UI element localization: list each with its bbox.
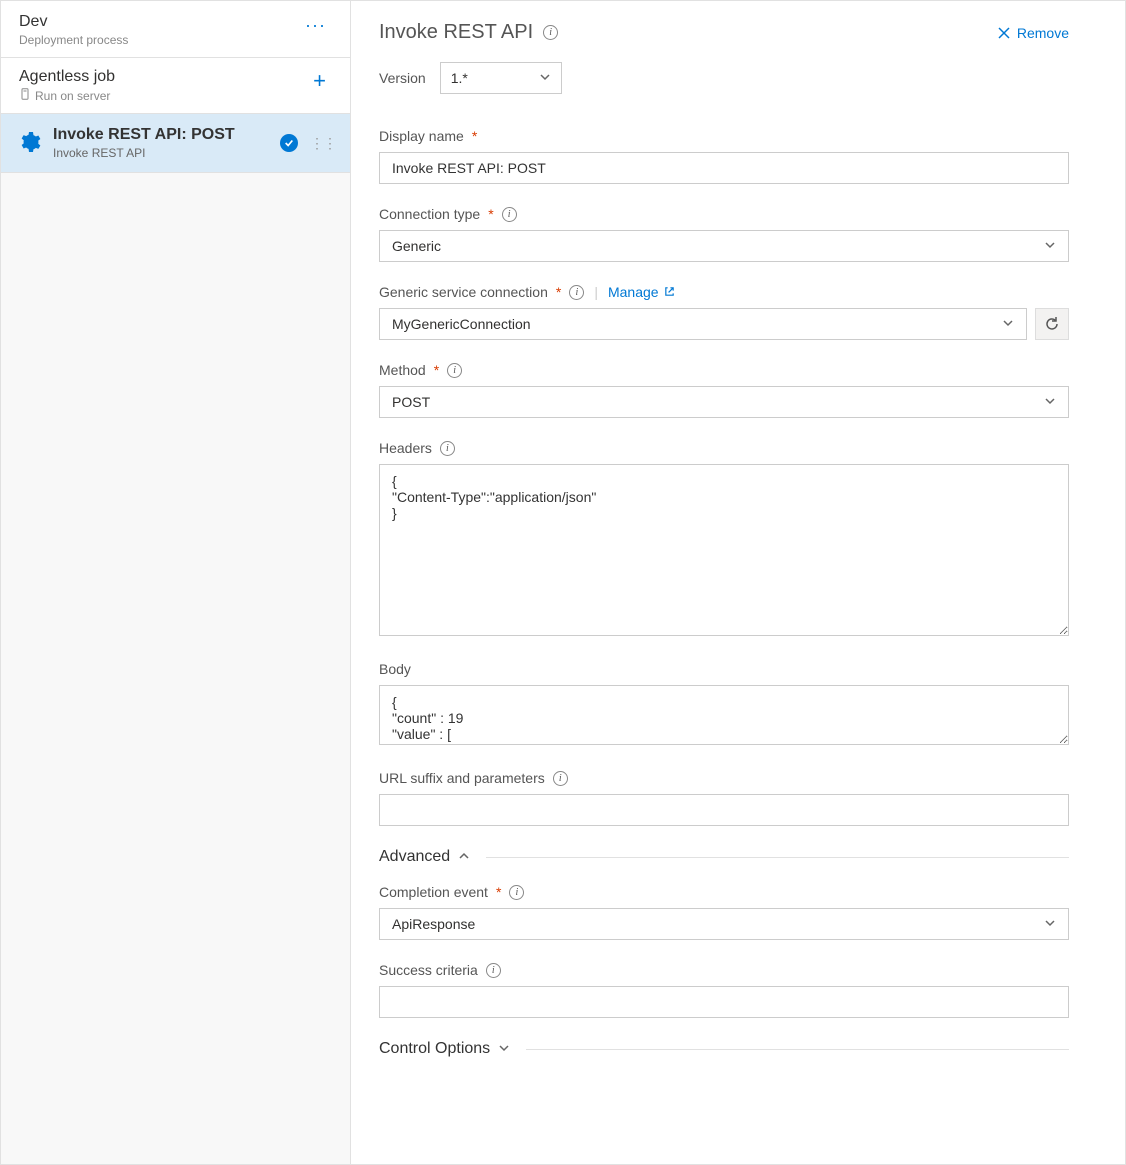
stage-header[interactable]: Dev Deployment process ··· xyxy=(1,1,350,58)
chevron-up-icon xyxy=(458,849,470,865)
body-textarea[interactable] xyxy=(379,685,1069,745)
completion-event-value: ApiResponse xyxy=(392,916,475,932)
version-label: Version xyxy=(379,70,426,86)
sidebar: Dev Deployment process ··· Agentless job… xyxy=(1,1,351,1164)
gear-icon xyxy=(17,130,41,157)
url-suffix-label: URL suffix and parameters i xyxy=(379,770,1069,786)
completion-event-select[interactable]: ApiResponse xyxy=(379,908,1069,940)
info-icon[interactable]: i xyxy=(509,885,524,900)
task-subtitle: Invoke REST API xyxy=(53,146,268,160)
job-subtitle: Run on server xyxy=(19,88,115,103)
connection-type-select[interactable]: Generic xyxy=(379,230,1069,262)
headers-textarea[interactable] xyxy=(379,464,1069,636)
manage-link[interactable]: Manage xyxy=(608,284,675,300)
stage-title: Dev xyxy=(19,13,128,31)
info-icon[interactable]: i xyxy=(543,25,558,40)
required-marker: * xyxy=(496,884,501,900)
chevron-down-icon xyxy=(1002,316,1014,332)
job-text: Agentless job Run on server xyxy=(19,68,115,103)
job-title: Agentless job xyxy=(19,68,115,86)
refresh-icon xyxy=(1044,316,1060,332)
chevron-down-icon xyxy=(1044,238,1056,254)
page-title-text: Invoke REST API xyxy=(379,21,533,44)
section-control-options-title: Control Options xyxy=(379,1040,490,1058)
version-select[interactable]: 1.* xyxy=(440,62,562,94)
field-display-name: Display name * xyxy=(379,128,1069,184)
section-advanced-toggle[interactable]: Advanced xyxy=(379,848,1069,866)
method-select[interactable]: POST xyxy=(379,386,1069,418)
field-service-connection: Generic service connection * i | Manage … xyxy=(379,284,1069,340)
main-panel: Invoke REST API i Remove Version 1.* xyxy=(351,1,1125,1164)
info-icon[interactable]: i xyxy=(502,207,517,222)
stage-subtitle: Deployment process xyxy=(19,33,128,47)
check-badge-icon xyxy=(280,134,298,152)
stage-text: Dev Deployment process xyxy=(19,13,128,47)
chevron-down-icon xyxy=(498,1041,510,1057)
success-criteria-input[interactable] xyxy=(379,986,1069,1018)
separator: | xyxy=(594,284,598,300)
remove-label: Remove xyxy=(1017,25,1069,41)
refresh-button[interactable] xyxy=(1035,308,1069,340)
external-link-icon xyxy=(664,284,675,300)
success-criteria-label: Success criteria i xyxy=(379,962,1069,978)
field-connection-type: Connection type * i Generic xyxy=(379,206,1069,262)
more-button[interactable]: ··· xyxy=(299,13,332,38)
completion-event-label: Completion event * i xyxy=(379,884,1069,900)
field-headers: Headers i xyxy=(379,440,1069,639)
info-icon[interactable]: i xyxy=(553,771,568,786)
field-completion-event: Completion event * i ApiResponse xyxy=(379,884,1069,940)
field-success-criteria: Success criteria i xyxy=(379,962,1069,1018)
drag-handle-icon[interactable]: ⋮⋮ xyxy=(310,135,336,152)
version-row: Version 1.* xyxy=(379,62,1069,94)
info-icon[interactable]: i xyxy=(440,441,455,456)
service-connection-value: MyGenericConnection xyxy=(392,316,531,332)
app-root: Dev Deployment process ··· Agentless job… xyxy=(0,0,1126,1165)
job-row[interactable]: Agentless job Run on server + xyxy=(1,58,350,114)
info-icon[interactable]: i xyxy=(486,963,501,978)
method-label: Method * i xyxy=(379,362,1069,378)
method-value: POST xyxy=(392,394,430,410)
add-task-button[interactable]: + xyxy=(307,68,332,94)
section-advanced-title: Advanced xyxy=(379,848,450,866)
task-text: Invoke REST API: POST Invoke REST API xyxy=(53,126,268,160)
display-name-input[interactable] xyxy=(379,152,1069,184)
required-marker: * xyxy=(556,284,561,300)
version-value: 1.* xyxy=(451,70,468,86)
page-title: Invoke REST API i xyxy=(379,21,558,44)
task-title: Invoke REST API: POST xyxy=(53,126,268,144)
chevron-down-icon xyxy=(1044,916,1056,932)
field-url-suffix: URL suffix and parameters i xyxy=(379,770,1069,826)
section-control-options-toggle[interactable]: Control Options xyxy=(379,1040,1069,1058)
divider xyxy=(486,857,1069,858)
info-icon[interactable]: i xyxy=(569,285,584,300)
task-row-selected[interactable]: Invoke REST API: POST Invoke REST API ⋮⋮ xyxy=(1,114,350,173)
chevron-down-icon xyxy=(1044,394,1056,410)
field-body: Body xyxy=(379,661,1069,748)
connection-type-label: Connection type * i xyxy=(379,206,1069,222)
service-connection-select[interactable]: MyGenericConnection xyxy=(379,308,1027,340)
required-marker: * xyxy=(434,362,439,378)
divider xyxy=(526,1049,1069,1050)
connection-type-value: Generic xyxy=(392,238,441,254)
close-icon xyxy=(997,26,1011,40)
display-name-label: Display name * xyxy=(379,128,1069,144)
chevron-down-icon xyxy=(539,70,551,86)
main-header: Invoke REST API i Remove xyxy=(379,21,1069,44)
field-method: Method * i POST xyxy=(379,362,1069,418)
job-subtitle-text: Run on server xyxy=(35,89,110,103)
required-marker: * xyxy=(472,128,477,144)
remove-button[interactable]: Remove xyxy=(997,25,1069,41)
body-label: Body xyxy=(379,661,1069,677)
headers-label: Headers i xyxy=(379,440,1069,456)
service-connection-row: MyGenericConnection xyxy=(379,308,1069,340)
service-connection-label: Generic service connection * i | Manage xyxy=(379,284,1069,300)
url-suffix-input[interactable] xyxy=(379,794,1069,826)
required-marker: * xyxy=(488,206,493,222)
server-icon xyxy=(19,88,31,103)
info-icon[interactable]: i xyxy=(447,363,462,378)
